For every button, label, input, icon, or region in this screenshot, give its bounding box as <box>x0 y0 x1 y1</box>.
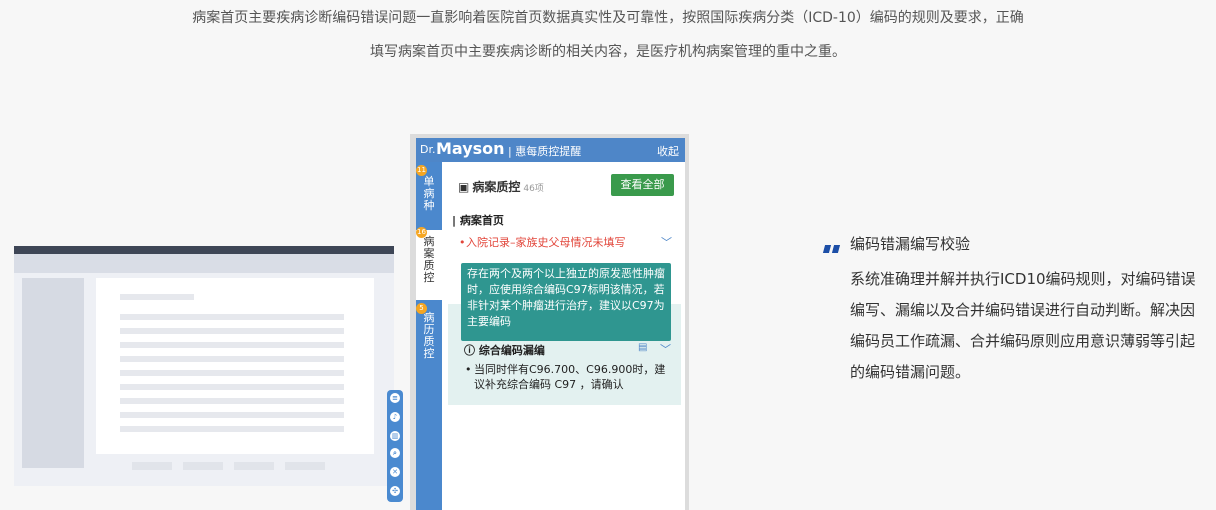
warning-text: 综合编码漏编 <box>478 344 545 357</box>
bell-icon[interactable]: ♪ <box>390 412 400 422</box>
chart-icon[interactable]: ▥ <box>390 431 400 441</box>
mock-titlebar <box>14 246 394 254</box>
intro-line-1: 病案首页主要疾病诊断编码错误问题一直影响着医院首页数据真实性及可靠性，按照国际疾… <box>192 10 1024 26</box>
tab-record-qc[interactable]: 16 病案质控 <box>416 227 442 300</box>
mock-line <box>120 328 344 334</box>
mock-line <box>120 294 194 300</box>
move-icon[interactable]: ✣ <box>390 486 400 496</box>
mock-button <box>183 462 223 470</box>
panel-count: 46项 <box>523 184 544 194</box>
tab-label: 单病种 <box>423 175 435 212</box>
mock-line <box>120 370 344 376</box>
mock-line <box>120 384 344 390</box>
mock-button <box>285 462 325 470</box>
mock-line <box>120 314 344 320</box>
brand-name: Mayson <box>436 139 505 158</box>
card-description-text: 当同时伴有C96.700、C96.900时，建议补充综合编码 C97 ，请确认 <box>474 363 666 391</box>
section-title: | 病案首页 <box>452 214 504 227</box>
browser-mockup <box>14 246 394 486</box>
view-all-button[interactable]: 查看全部 <box>611 174 674 196</box>
quote-mark-icon <box>822 238 842 253</box>
chevron-down-icon[interactable]: ﹀ <box>660 341 671 357</box>
chevron-down-icon[interactable]: ﹀ <box>661 234 672 250</box>
qc-item-text: 入院记录–家族史父母情况未填写 <box>466 236 626 249</box>
close-icon[interactable]: ✕ <box>390 467 400 477</box>
plugin-subtitle: | 惠每质控提醒 <box>508 145 582 158</box>
feature-body: 系统准确理并解并执行ICD10编码规则，对编码错误编写、漏编以及合并编码错误进行… <box>850 270 1196 381</box>
mock-line <box>120 356 344 362</box>
mock-button <box>132 462 172 470</box>
brand-prefix: Dr. <box>420 143 436 156</box>
mock-line <box>120 426 344 432</box>
feature-title: 编码错漏编写校验 <box>850 235 971 253</box>
bullet: • <box>465 363 472 376</box>
tooltip: 存在两个及两个以上独立的原发恶性肿瘤时，应使用综合编码C97标明该情况，若非针对… <box>461 263 671 341</box>
database-icon[interactable]: ≡ <box>390 393 400 403</box>
tab-medical-record-qc[interactable]: 5 病历质控 <box>416 303 442 366</box>
collapse-button[interactable]: 收起 <box>657 143 679 159</box>
panel-title-text: 病案质控 <box>472 180 521 194</box>
mock-line <box>120 398 344 404</box>
mock-line <box>120 342 344 348</box>
warning-title: ⓘ 综合编码漏编 <box>464 342 545 358</box>
bullet: • <box>459 236 466 249</box>
floating-toolbar: ≡ ♪ ▥ ⌕ ✕ ✣ <box>387 390 403 502</box>
mock-button <box>234 462 274 470</box>
comment-icon[interactable]: ▤ <box>638 342 647 353</box>
tab-single-disease[interactable]: 11 单病种 <box>416 165 442 226</box>
qc-item[interactable]: • 入院记录–家族史父母情况未填写 <box>459 236 656 250</box>
intro-line-2: 填写病案首页中主要疾病诊断的相关内容，是医疗机构病案管理的重中之重。 <box>370 44 846 60</box>
search-icon[interactable]: ⌕ <box>390 448 400 458</box>
card-description: • 当同时伴有C96.700、C96.900时，建议补充综合编码 C97 ，请确… <box>465 362 674 392</box>
clipboard-icon: ▣ <box>458 180 470 194</box>
plugin-header: Dr. Mayson | 惠每质控提醒 收起 <box>416 138 685 162</box>
mock-document <box>96 278 374 454</box>
info-icon: ⓘ <box>464 344 475 357</box>
tab-label: 病案质控 <box>423 235 435 284</box>
mock-sidebar <box>22 278 84 468</box>
mock-toolbar <box>14 254 394 273</box>
panel-title: ▣ 病案质控 46项 <box>458 178 544 195</box>
tab-label: 病历质控 <box>423 311 435 360</box>
mock-line <box>120 412 344 418</box>
